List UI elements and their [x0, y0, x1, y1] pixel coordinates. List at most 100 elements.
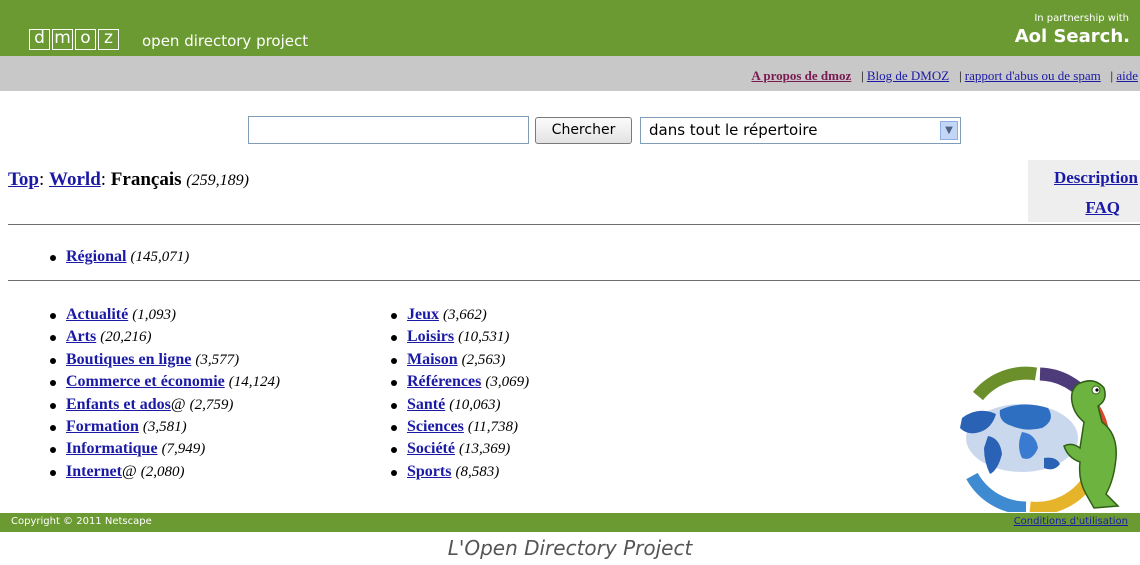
site-header: d m o z open directory project In partne…: [0, 0, 1140, 56]
breadcrumb-separator: :: [100, 169, 111, 190]
copyright-text: Copyright © 2011 Netscape: [11, 516, 152, 527]
category-count: (8,583): [455, 463, 500, 480]
list-item: Internet@ (2,080): [47, 461, 280, 483]
dmoz-logo[interactable]: d m o z: [29, 29, 119, 50]
bullet: [50, 469, 56, 476]
category-count: (1,093): [132, 307, 176, 323]
category-link[interactable]: Boutiques en ligne: [66, 351, 191, 368]
list-item: Commerce et économie (14,124): [47, 371, 280, 393]
blog-link[interactable]: Blog de DMOZ: [867, 68, 949, 83]
category-link[interactable]: Régional: [66, 248, 126, 265]
breadcrumb-count: (259,189): [186, 172, 249, 189]
list-item: Informatique (7,949): [47, 438, 280, 460]
bullet: [391, 402, 397, 409]
category-link[interactable]: Loisirs: [407, 328, 454, 345]
category-link[interactable]: Actualité: [66, 306, 128, 323]
category-count: (7,949): [161, 441, 206, 458]
category-link[interactable]: Santé: [407, 396, 445, 413]
category-link[interactable]: Sports: [407, 463, 451, 480]
list-item: Jeux (3,662): [388, 304, 529, 326]
category-count: (14,124): [228, 374, 280, 391]
category-count: (10,063): [449, 396, 501, 413]
category-link[interactable]: Enfants et ados: [66, 396, 171, 413]
list-item: Société (13,369): [388, 438, 529, 460]
category-count: (11,738): [467, 418, 519, 435]
category-count: (145,071): [130, 249, 190, 265]
logo-tagline: open directory project: [142, 32, 309, 50]
category-link[interactable]: Maison: [407, 351, 458, 368]
faq-link[interactable]: FAQ: [1085, 198, 1120, 218]
globe-mascot-illustration: [960, 366, 1120, 512]
help-link[interactable]: aide: [1116, 68, 1138, 83]
breadcrumb-current: Français: [110, 169, 182, 190]
dinosaur-mascot: [1063, 380, 1120, 509]
logo-letter: d: [29, 29, 50, 50]
category-link[interactable]: Références: [407, 373, 481, 390]
category-link[interactable]: Formation: [66, 418, 139, 435]
breadcrumb-world-link[interactable]: World: [49, 169, 101, 190]
terms-container: Conditions d'utilisation: [1014, 516, 1128, 527]
bullet: [391, 424, 397, 431]
list-item: Actualité (1,093): [47, 304, 280, 326]
search-button[interactable]: Chercher: [535, 117, 632, 144]
link-separator: |: [952, 68, 965, 83]
category-link[interactable]: Jeux: [407, 306, 439, 323]
top-links-bar: A propos de dmoz | Blog de DMOZ | rappor…: [0, 56, 1140, 91]
description-link[interactable]: Description: [1054, 168, 1138, 188]
bullet: [391, 335, 397, 342]
category-count: (2,759): [189, 396, 234, 413]
category-link[interactable]: Informatique: [66, 440, 158, 457]
category-count: (3,577): [195, 351, 240, 368]
category-link[interactable]: Sciences: [407, 418, 464, 435]
mascot-pupil: [1095, 388, 1099, 392]
breadcrumb-separator: :: [39, 169, 50, 190]
abuse-report-link[interactable]: rapport d'abus ou de spam: [965, 68, 1101, 83]
category-link[interactable]: Arts: [66, 328, 96, 345]
category-count: (3,662): [443, 307, 487, 323]
bullet: [50, 255, 56, 261]
list-item: Maison (2,563): [388, 349, 529, 371]
list-item: Sports (8,583): [388, 461, 529, 483]
category-link[interactable]: Société: [407, 440, 455, 457]
bullet: [50, 335, 56, 342]
category-count: (3,069): [485, 374, 530, 391]
list-item: Enfants et ados@ (2,759): [47, 394, 280, 416]
bullet: [391, 313, 397, 319]
list-item: Formation (3,581): [47, 416, 280, 438]
category-list-right: Jeux (3,662) Loisirs (10,531) Maison (2,…: [388, 304, 529, 483]
list-item: Arts (20,216): [47, 326, 280, 348]
image-caption: L'Open Directory Project: [447, 536, 693, 560]
terms-link[interactable]: Conditions d'utilisation: [1014, 516, 1128, 527]
about-dmoz-link[interactable]: A propos de dmoz: [751, 68, 851, 83]
bullet: [391, 469, 397, 476]
list-item: Santé (10,063): [388, 394, 529, 416]
bullet: [50, 313, 56, 319]
category-count: (3,581): [142, 418, 187, 435]
bullet: [50, 424, 56, 431]
category-list-left: Actualité (1,093) Arts (20,216) Boutique…: [47, 304, 280, 483]
bullet: [391, 380, 397, 387]
at-symbol: @: [121, 462, 137, 480]
link-separator: |: [1103, 68, 1117, 83]
side-links-box: Description FAQ: [1028, 160, 1140, 222]
category-link[interactable]: Internet: [66, 463, 122, 480]
scope-selected-value: dans tout le répertoire: [649, 121, 818, 139]
category-link[interactable]: Commerce et économie: [66, 373, 225, 390]
list-item: Références (3,069): [388, 371, 529, 393]
aol-search-logo[interactable]: Aol Search.: [1015, 26, 1130, 47]
top-links: A propos de dmoz | Blog de DMOZ | rappor…: [751, 68, 1138, 84]
search-scope-select[interactable]: dans tout le répertoire ▼: [640, 117, 961, 144]
logo-letter: z: [98, 29, 119, 50]
list-item: Régional (145,071): [47, 246, 189, 268]
site-footer: Copyright © 2011 Netscape Conditions d'u…: [0, 513, 1140, 532]
bullet: [391, 357, 397, 364]
category-count: (10,531): [458, 329, 510, 346]
list-item: Loisirs (10,531): [388, 326, 529, 348]
breadcrumb-top-link[interactable]: Top: [8, 169, 39, 190]
ring-segment-blue: [966, 472, 1027, 512]
divider: [8, 224, 1140, 225]
list-item: Boutiques en ligne (3,577): [47, 349, 280, 371]
search-input[interactable]: [248, 116, 529, 144]
bullet: [50, 402, 56, 409]
chevron-down-icon[interactable]: ▼: [940, 121, 958, 140]
